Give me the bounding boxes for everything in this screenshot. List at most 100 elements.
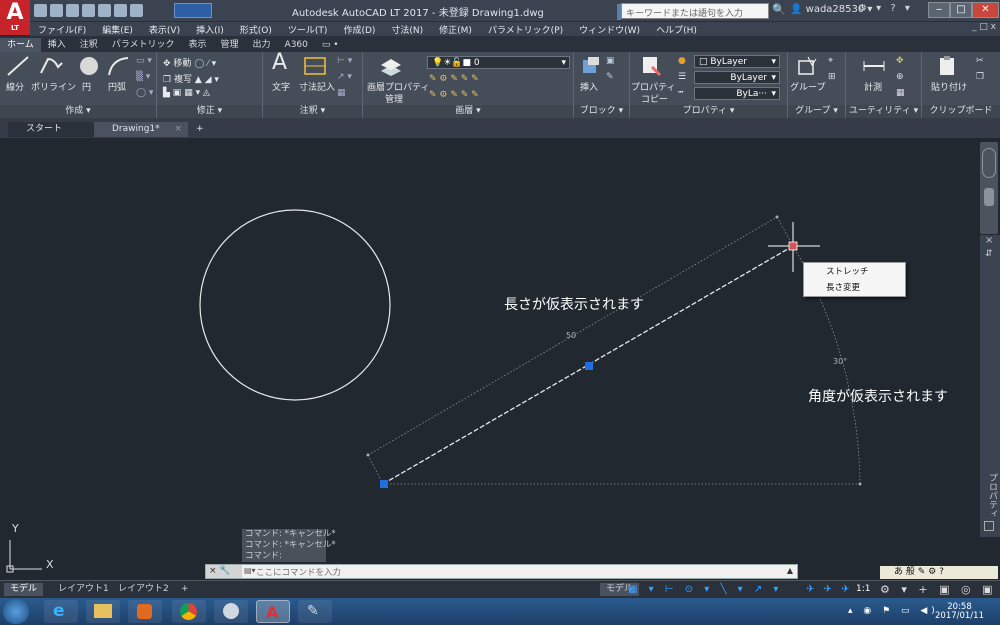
ribbon-options-icon[interactable]: ▭ • [315, 38, 346, 52]
linear-dim-icon[interactable]: ⊢ ▾ [337, 56, 352, 66]
circle-icon[interactable] [78, 55, 100, 77]
panel-create-title[interactable]: 作成 ▾ [0, 105, 156, 118]
chrome-icon[interactable] [172, 600, 206, 623]
scale-label[interactable]: 1:1 [856, 584, 870, 594]
menu-item[interactable]: 形式(O) [232, 23, 280, 36]
menu-item[interactable]: 修正(M) [431, 23, 480, 36]
application-menu-button[interactable]: A LT [0, 0, 30, 35]
search-binoculars-icon[interactable]: 🔍 [772, 3, 786, 16]
tab-drawing1[interactable]: Drawing1* × [94, 122, 188, 137]
ribbon-tab[interactable]: 表示 [182, 38, 214, 52]
tab-layout2[interactable]: レイアウト2 [112, 583, 175, 596]
start-button[interactable] [3, 599, 29, 624]
tab-start[interactable]: スタート [8, 122, 94, 137]
polyline-icon[interactable] [38, 55, 64, 77]
grip-start[interactable] [380, 480, 388, 488]
menu-item[interactable]: パラメトリック(P) [480, 23, 571, 36]
cut-icon[interactable]: ✂ [976, 56, 984, 66]
ime-toolbar[interactable]: あ 般 ✎ ⚙ ? [880, 566, 998, 579]
menu-item[interactable]: 寸法(N) [383, 23, 431, 36]
ungroup-icon[interactable]: ⌖ [828, 56, 833, 66]
stretch-tool[interactable]: ▙ ▣ ▦ ▾ ◬ [163, 88, 210, 98]
table-icon[interactable]: ▦ [337, 88, 346, 98]
create-block-icon[interactable]: ▣ [606, 56, 615, 66]
tab-layout1[interactable]: レイアウト1 [52, 583, 115, 596]
color-dropdown[interactable]: □ ByLayer ▾ [694, 55, 780, 68]
panel-modify-title[interactable]: 修正 ▾ [157, 105, 262, 118]
pan-icon[interactable] [984, 188, 994, 206]
panel-groups-title[interactable]: グループ ▾ [788, 105, 845, 118]
panel-block-title[interactable]: ブロック ▾ [574, 105, 629, 118]
minimize-button[interactable]: ‒ [928, 2, 950, 18]
group-edit-icon[interactable]: ⊞ [828, 72, 836, 82]
edit-block-icon[interactable]: ✎ [606, 72, 614, 82]
ie-icon[interactable]: e [44, 600, 78, 623]
new-tab-button[interactable]: + [190, 122, 210, 137]
menu-item[interactable]: 作成(D) [335, 23, 383, 36]
lineweight-dropdown[interactable]: ByLayer ▾ [694, 71, 780, 84]
close-button[interactable]: ✕ [972, 2, 999, 18]
layer-tools-row1-icon[interactable]: ✎ ⚙ ✎ ✎ ✎ [429, 74, 479, 84]
ribbon-tab[interactable]: 管理 [214, 38, 246, 52]
palette-close-icon[interactable]: × [985, 235, 993, 246]
command-history-toggle-icon[interactable]: ▲ [787, 566, 793, 575]
open-icon[interactable] [50, 4, 63, 17]
drawing-canvas[interactable]: 50 30° 長さが仮表示されます 角度が仮表示されます Y X [0, 138, 1000, 578]
copy-clip-icon[interactable]: ❐ [976, 72, 984, 82]
panel-clipboard-title[interactable]: クリップボード [922, 105, 1000, 118]
drawn-circle[interactable] [199, 209, 391, 401]
steering-wheel-icon[interactable] [982, 148, 996, 178]
text-icon[interactable]: A [272, 50, 287, 75]
layer-dropdown[interactable]: 💡☀🔓■ 0 ▾ [427, 56, 570, 69]
line-icon[interactable] [6, 55, 30, 77]
hot-grip[interactable] [788, 241, 798, 251]
maximize-button[interactable]: □ [950, 2, 972, 18]
panel-utilities-title[interactable]: ユーティリティ ▾ [846, 105, 921, 118]
system-tray-icons[interactable]: ▴ ◉ ⚑ ▭ ◀) [848, 606, 939, 616]
quick-select-icon[interactable]: ✥ [896, 56, 904, 66]
exchange-icon[interactable]: ⚙ ▾ ? ▾ [858, 3, 913, 14]
rectangle-icon[interactable]: ▭ ▾ [136, 56, 152, 66]
command-line[interactable]: × 🔧 ▤▾ ここにコマンドを入力 ▲ [205, 564, 798, 579]
measure-icon[interactable] [862, 55, 886, 77]
document-controls[interactable]: _ □ x [972, 22, 996, 32]
insert-block-icon[interactable] [580, 55, 602, 77]
menu-item[interactable]: ヘルプ(H) [648, 23, 705, 36]
redo-icon[interactable] [130, 4, 143, 17]
move-tool[interactable]: ✥ 移動 ◯ ⁄ ▾ [163, 56, 216, 69]
dimension-icon[interactable] [303, 55, 327, 77]
menu-item[interactable]: 編集(E) [94, 23, 141, 36]
calculator-icon[interactable]: ▦ [896, 88, 905, 98]
menu-item[interactable]: 挿入(I) [188, 23, 232, 36]
add-layout-button[interactable]: + [175, 583, 195, 596]
layer-tools-row2-icon[interactable]: ✎ ⚙ ✎ ✎ ✎ [429, 90, 479, 100]
ellipse-icon[interactable]: ◯ ▾ [136, 88, 153, 98]
tab-model[interactable]: モデル [4, 583, 44, 596]
panel-properties-title[interactable]: プロパティ ▾ [630, 105, 787, 118]
menu-item[interactable]: ツール(T) [280, 23, 336, 36]
match-properties-icon[interactable] [640, 55, 662, 77]
autocad-taskbar-icon[interactable]: A [256, 600, 290, 623]
ribbon-tab[interactable]: ホーム [0, 38, 41, 52]
menu-item[interactable]: ファイル(F) [30, 23, 94, 36]
linetype-dropdown[interactable]: ByLa··· ▾ [694, 87, 780, 100]
ribbon-tab[interactable]: 注釈 [73, 38, 105, 52]
new-icon[interactable] [34, 4, 47, 17]
panel-annotation-title[interactable]: 注釈 ▾ [263, 105, 362, 118]
undo-icon[interactable] [114, 4, 127, 17]
explorer-icon[interactable] [86, 600, 120, 623]
paint-icon[interactable]: ✎ [298, 600, 332, 623]
leader-icon[interactable]: ↗ ▾ [337, 72, 352, 82]
tab-close-icon[interactable]: × [174, 122, 182, 137]
app-icon[interactable] [214, 600, 248, 623]
ribbon-tab[interactable]: 挿入 [41, 38, 73, 52]
save-as-icon[interactable] [82, 4, 95, 17]
palette-autohide-icon[interactable]: ⇵ [985, 249, 993, 259]
group-icon[interactable] [796, 55, 818, 77]
media-player-icon[interactable] [128, 600, 162, 623]
annotation-scale-icon[interactable]: ✈ ✈ ✈ [806, 584, 853, 595]
command-line-tools[interactable]: × 🔧 [206, 565, 242, 578]
workspace-dropdown[interactable] [174, 3, 212, 18]
layer-properties-icon[interactable] [379, 55, 403, 77]
grip-midpoint[interactable] [585, 362, 593, 370]
